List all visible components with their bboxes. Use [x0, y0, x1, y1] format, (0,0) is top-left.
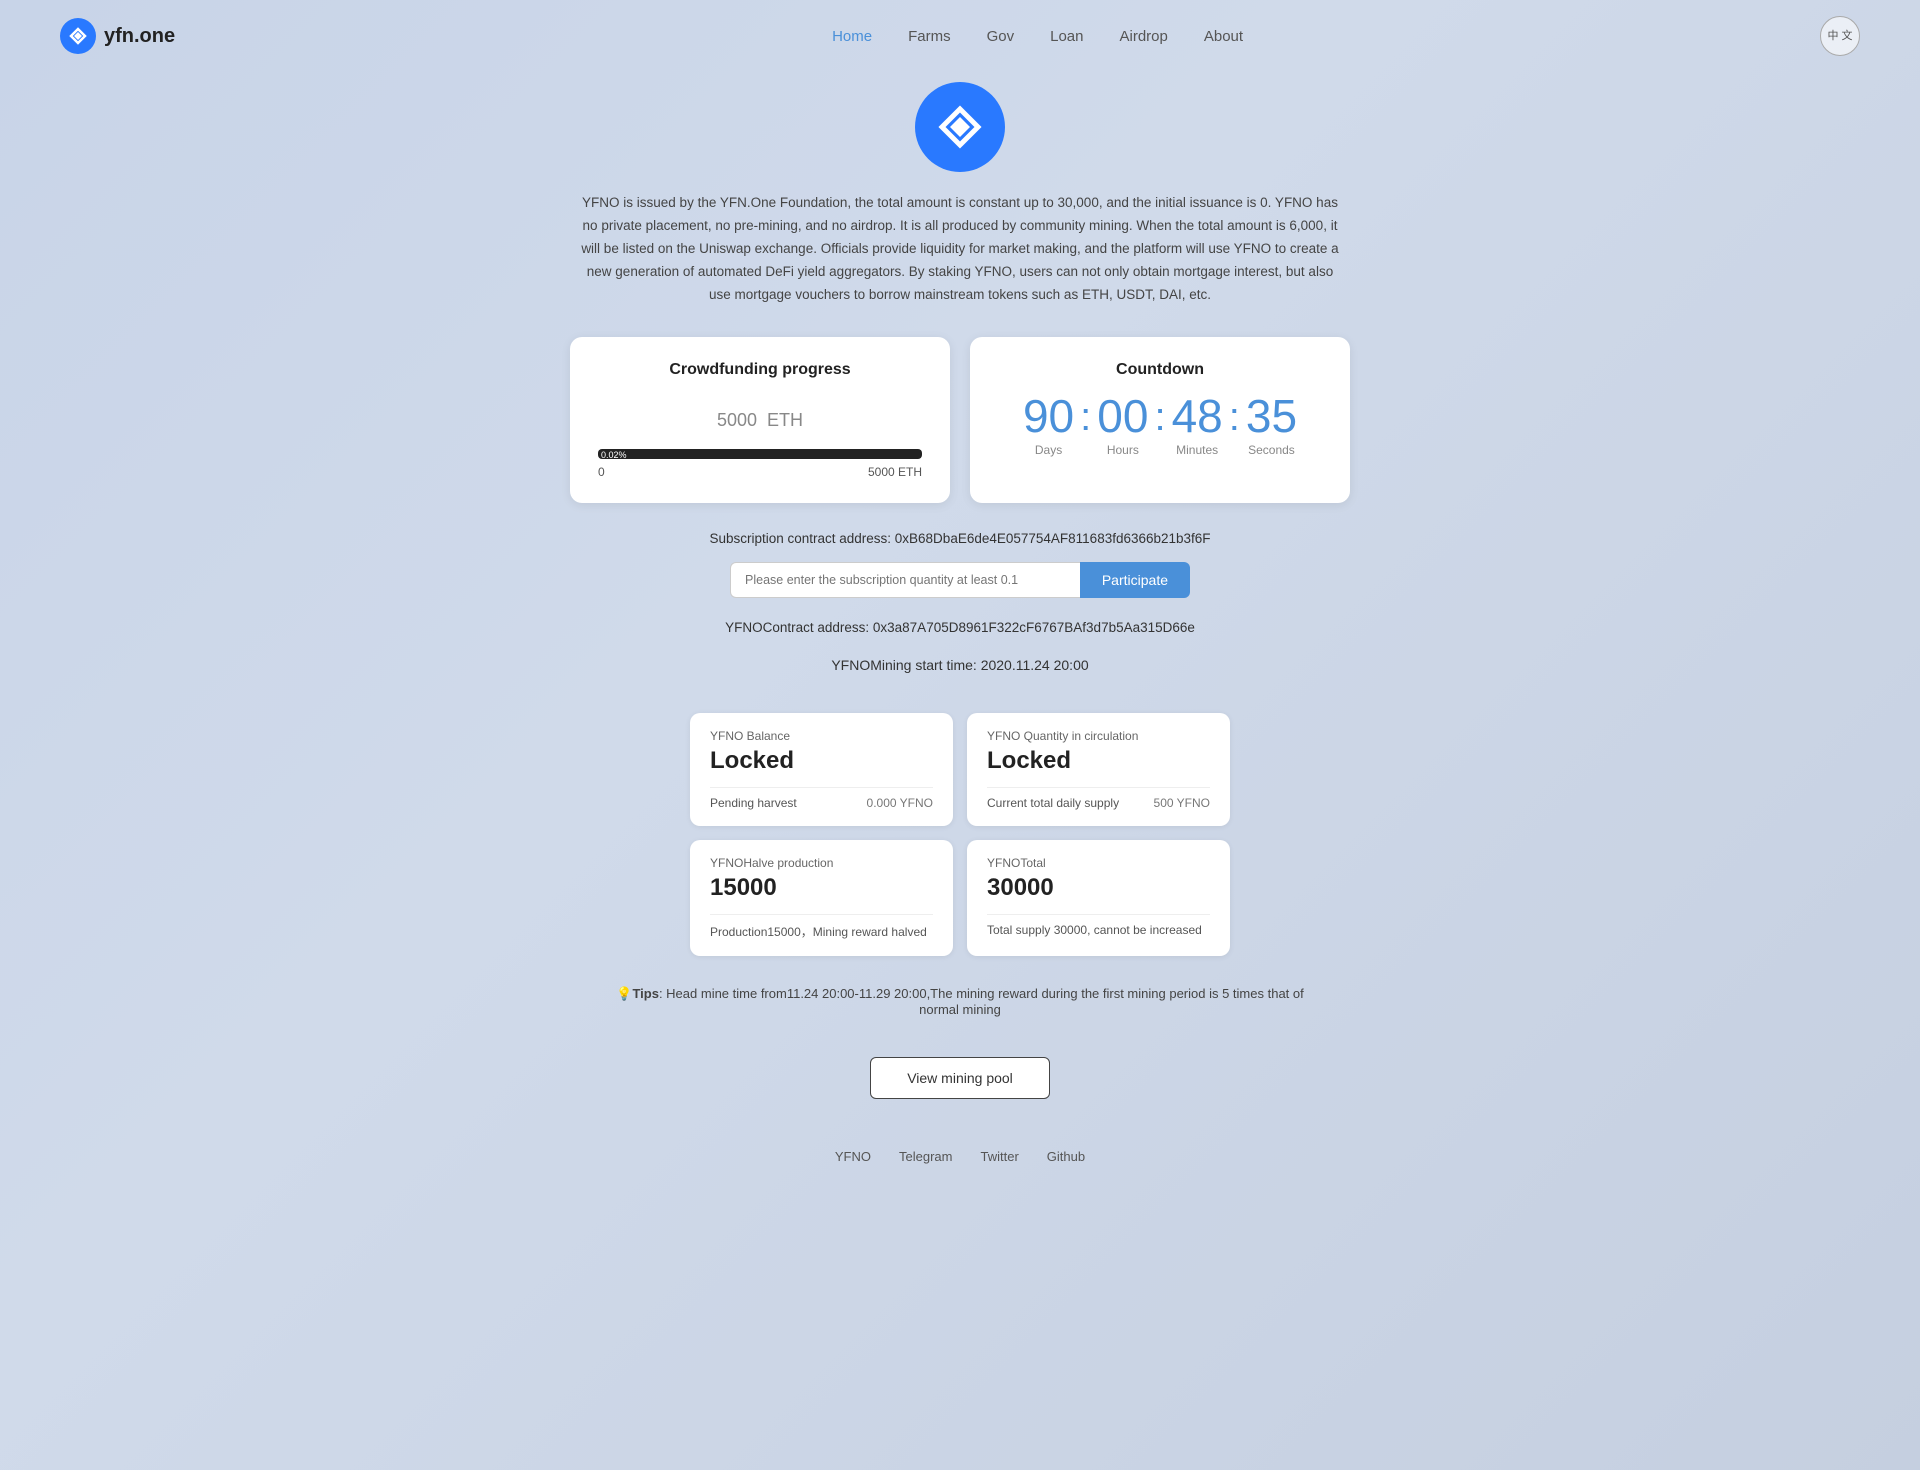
nav-airdrop[interactable]: Airdrop [1119, 28, 1167, 45]
countdown-row: 90 Days : 00 Hours : 48 Minutes : 35 Sec… [998, 393, 1322, 457]
yfno-balance-value: Locked [710, 747, 933, 775]
yfno-balance-card: YFNO Balance Locked Pending harvest 0.00… [690, 713, 953, 826]
yfno-circulation-detail-amount: 500 YFNO [1154, 796, 1210, 810]
tips-icon: 💡 [616, 986, 632, 1001]
nav-links: Home Farms Gov Loan Airdrop About [832, 28, 1243, 45]
crowdfunding-title: Crowdfunding progress [598, 361, 922, 379]
crowdfunding-amount: 5000 ETH [598, 393, 922, 435]
progress-max: 5000 ETH [868, 465, 922, 479]
countdown-days-label: Days [1035, 443, 1062, 457]
tips-section: 💡Tips: Head mine time from11.24 20:00-11… [600, 986, 1320, 1017]
yfno-contract-address: YFNOContract address: 0x3a87A705D8961F32… [725, 620, 1195, 635]
language-button[interactable]: 中 文 [1820, 16, 1860, 56]
crowdfunding-unit: ETH [767, 410, 803, 430]
progress-min: 0 [598, 465, 605, 479]
info-cards-grid: YFNO Balance Locked Pending harvest 0.00… [690, 713, 1230, 956]
crowdfunding-card: Crowdfunding progress 5000 ETH 0.02% 0 5… [570, 337, 950, 503]
logo-text: yfn.one [104, 25, 175, 48]
countdown-hours: 00 [1097, 393, 1148, 439]
countdown-sep-3: : [1229, 393, 1240, 440]
yfno-halve-subtitle: YFNOHalve production [710, 856, 933, 870]
yfno-halve-value: 15000 [710, 874, 933, 902]
logo[interactable]: yfn.one [60, 18, 175, 54]
subscription-input[interactable] [730, 562, 1080, 598]
mining-start-time: YFNOMining start time: 2020.11.24 20:00 [831, 657, 1088, 673]
yfno-balance-detail: Pending harvest 0.000 YFNO [710, 796, 933, 810]
yfno-circulation-card: YFNO Quantity in circulation Locked Curr… [967, 713, 1230, 826]
yfno-halve-card: YFNOHalve production 15000 Production150… [690, 840, 953, 956]
yfno-total-card: YFNOTotal 30000 Total supply 30000, cann… [967, 840, 1230, 956]
progress-range: 0 5000 ETH [598, 465, 922, 479]
main-content: YFNO is issued by the YFN.One Foundation… [0, 72, 1920, 1224]
countdown-hours-label: Hours [1107, 443, 1139, 457]
yfno-circulation-detail: Current total daily supply 500 YFNO [987, 796, 1210, 810]
countdown-minutes-unit: 48 Minutes [1172, 393, 1223, 457]
nav-loan[interactable]: Loan [1050, 28, 1083, 45]
countdown-seconds-label: Seconds [1248, 443, 1295, 457]
countdown-seconds: 35 [1246, 393, 1297, 439]
countdown-title: Countdown [998, 361, 1322, 379]
footer-twitter[interactable]: Twitter [980, 1149, 1018, 1164]
countdown-sep-1: : [1080, 393, 1091, 440]
logo-icon [60, 18, 96, 54]
yfno-balance-subtitle: YFNO Balance [710, 729, 933, 743]
tips-label: Tips [632, 986, 659, 1001]
yfno-total-detail-label: Total supply 30000, cannot be increased [987, 923, 1202, 937]
footer-links: YFNO Telegram Twitter Github [835, 1149, 1085, 1164]
countdown-days: 90 [1023, 393, 1074, 439]
countdown-days-unit: 90 Days [1023, 393, 1074, 457]
footer-telegram[interactable]: Telegram [899, 1149, 952, 1164]
countdown-seconds-unit: 35 Seconds [1246, 393, 1297, 457]
navbar: yfn.one Home Farms Gov Loan Airdrop Abou… [0, 0, 1920, 72]
yfno-balance-detail-label: Pending harvest [710, 796, 797, 810]
yfno-total-detail: Total supply 30000, cannot be increased [987, 923, 1210, 937]
countdown-minutes: 48 [1172, 393, 1223, 439]
footer-github[interactable]: Github [1047, 1149, 1085, 1164]
yfno-circulation-subtitle: YFNO Quantity in circulation [987, 729, 1210, 743]
nav-home[interactable]: Home [832, 28, 872, 45]
yfno-circulation-detail-label: Current total daily supply [987, 796, 1119, 810]
footer-yfno[interactable]: YFNO [835, 1149, 871, 1164]
yfno-balance-detail-amount: 0.000 YFNO [867, 796, 933, 810]
subscribe-row: Participate [730, 562, 1190, 598]
view-mining-pool-button[interactable]: View mining pool [870, 1057, 1050, 1099]
tips-text: Head mine time from11.24 20:00-11.29 20:… [666, 986, 1304, 1017]
hero-logo-icon [915, 82, 1005, 172]
participate-button[interactable]: Participate [1080, 562, 1190, 598]
countdown-card: Countdown 90 Days : 00 Hours : 48 Minute… [970, 337, 1350, 503]
yfno-halve-detail-label: Production15000，Mining reward halved [710, 923, 927, 940]
countdown-minutes-label: Minutes [1176, 443, 1218, 457]
cards-row: Crowdfunding progress 5000 ETH 0.02% 0 5… [570, 337, 1350, 503]
countdown-hours-unit: 00 Hours [1097, 393, 1148, 457]
progress-label: 0.02% [598, 449, 630, 461]
nav-farms[interactable]: Farms [908, 28, 951, 45]
hero-description: YFNO is issued by the YFN.One Foundation… [580, 192, 1340, 307]
nav-gov[interactable]: Gov [987, 28, 1015, 45]
nav-about[interactable]: About [1204, 28, 1243, 45]
yfno-total-subtitle: YFNOTotal [987, 856, 1210, 870]
progress-bar-container: 0.02% [598, 449, 922, 459]
yfno-total-value: 30000 [987, 874, 1210, 902]
countdown-sep-2: : [1154, 393, 1165, 440]
subscription-contract-address: Subscription contract address: 0xB68DbaE… [709, 531, 1210, 546]
yfno-halve-detail: Production15000，Mining reward halved [710, 923, 933, 940]
yfno-circulation-value: Locked [987, 747, 1210, 775]
